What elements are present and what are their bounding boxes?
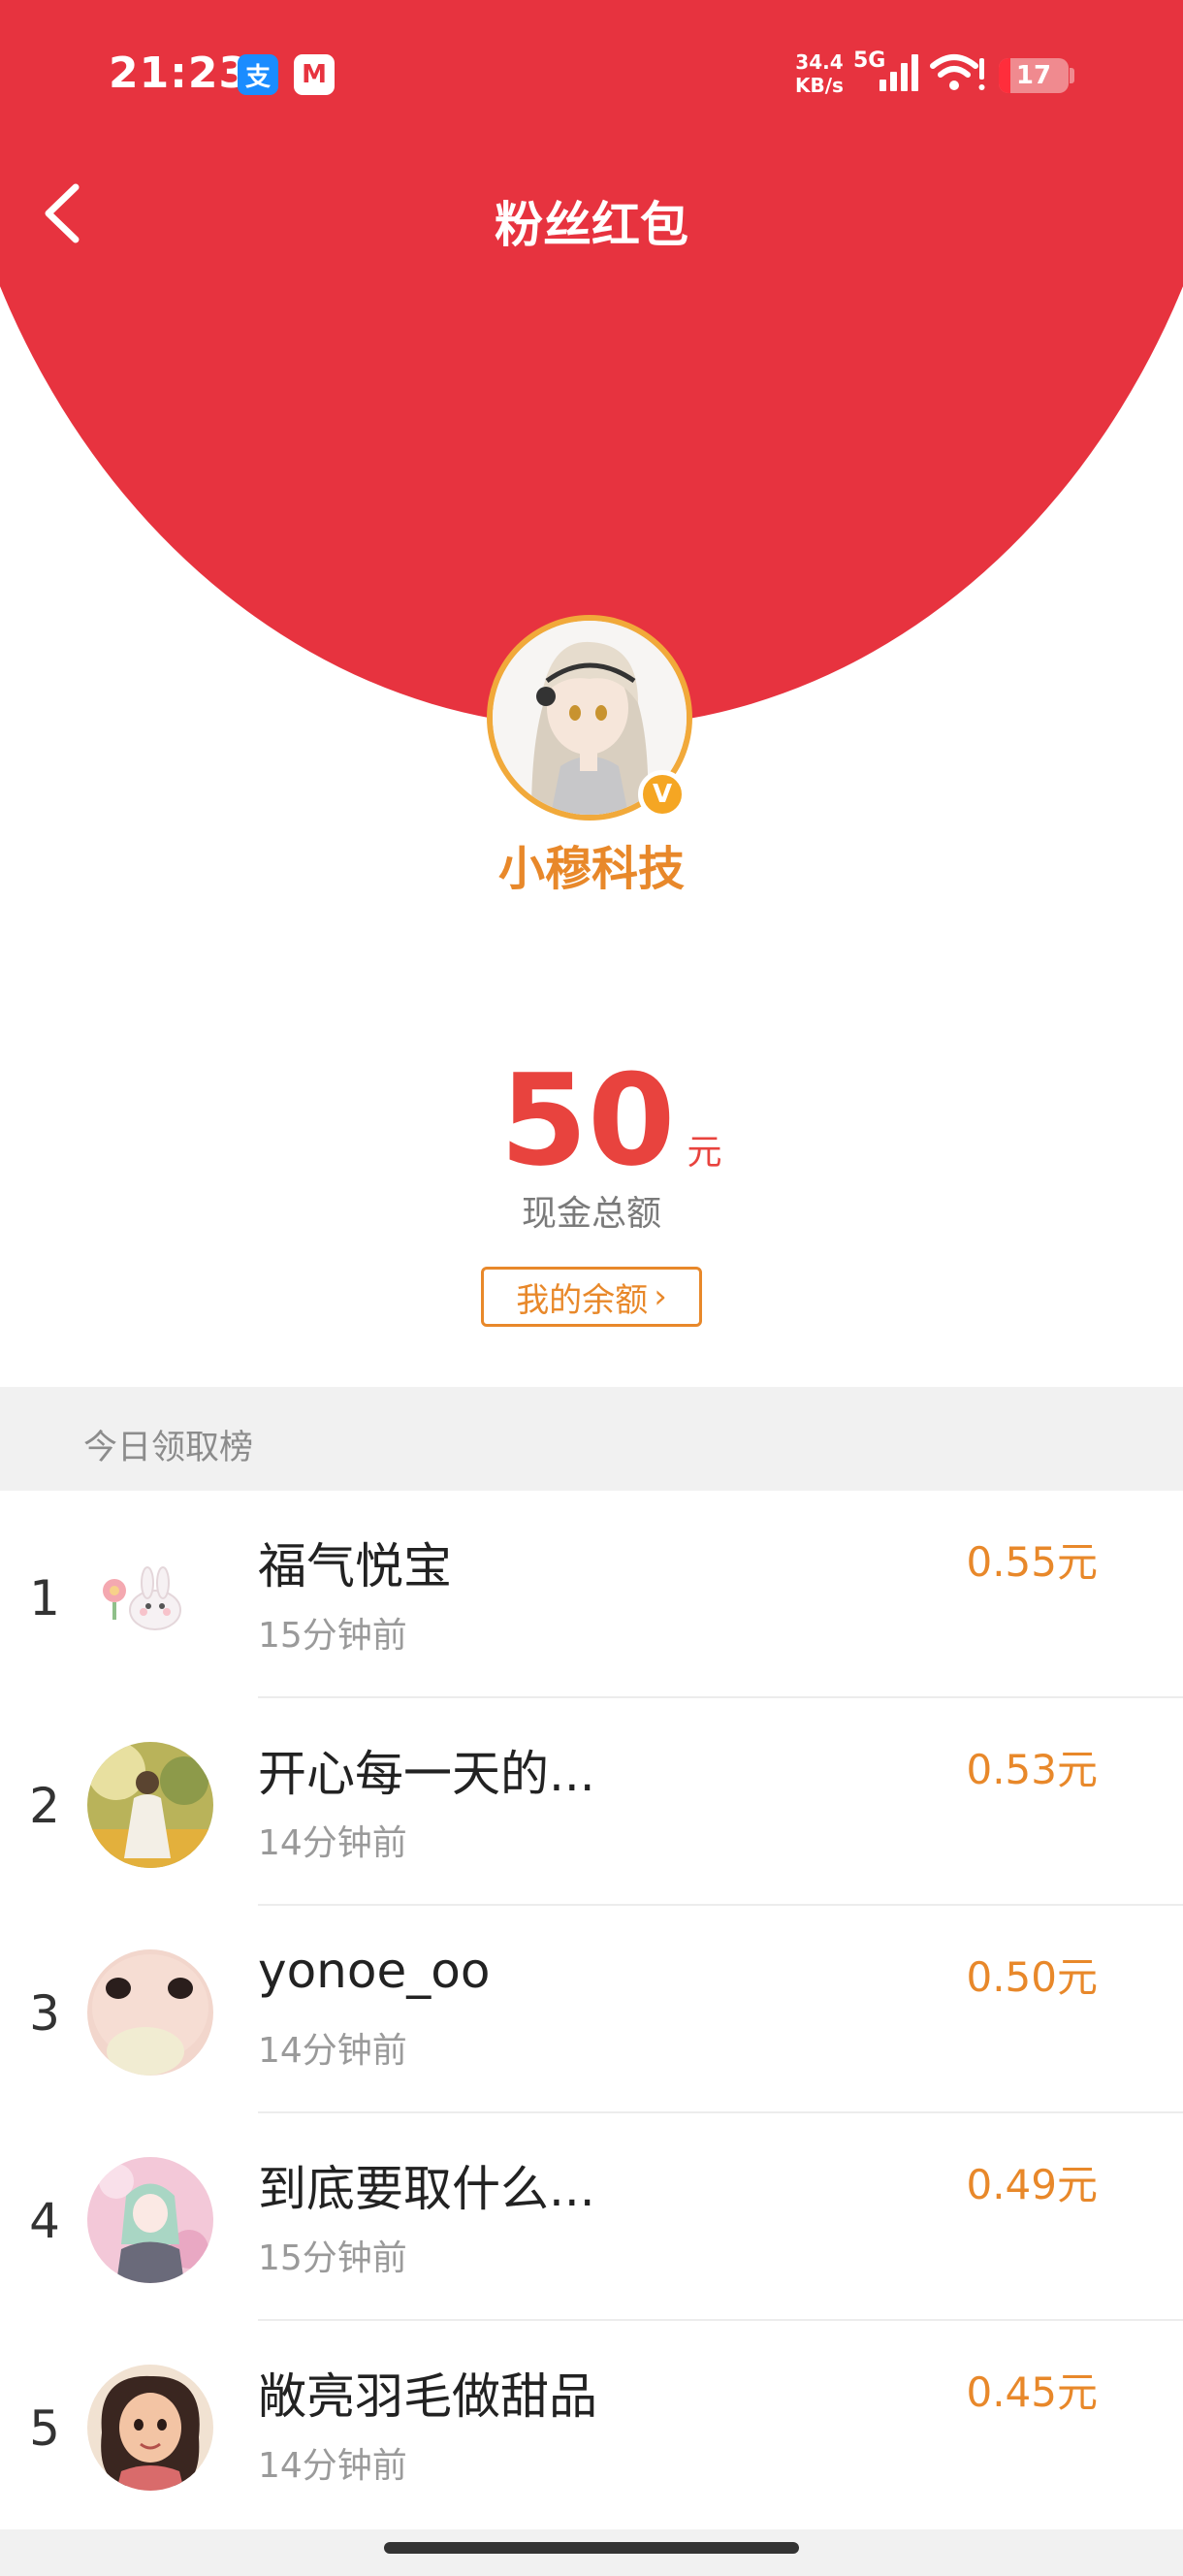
anime-pink-avatar-image bbox=[87, 2157, 213, 2283]
leaderboard-row[interactable]: 5 敞亮羽毛做甜品 14分钟前 0.45元 bbox=[0, 2321, 1183, 2528]
baby-avatar-image bbox=[87, 1949, 213, 2076]
amount-label: 现金总额 bbox=[521, 1194, 661, 1234]
signal-icon bbox=[879, 54, 918, 91]
reward-amount: 0.49元 bbox=[966, 2161, 1098, 2208]
amount-value: 50 bbox=[499, 1046, 676, 1194]
home-indicator[interactable] bbox=[384, 2542, 799, 2554]
amount-unit: 元 bbox=[687, 1133, 722, 1173]
claim-time: 14分钟前 bbox=[258, 2446, 407, 2486]
verified-badge-icon: V bbox=[638, 770, 687, 819]
cmb-bank-icon: M bbox=[294, 54, 335, 95]
user-name[interactable]: yonoe_oo bbox=[258, 1943, 490, 1999]
wifi-icon bbox=[930, 54, 985, 90]
leaderboard-row[interactable]: 2 开心每一天的... 14分钟前 0.53元 bbox=[0, 1698, 1183, 1906]
leaderboard-list: 1 福气悦宝 15分钟前 0.55元 2 开心每一天的... 14分钟前 0.5… bbox=[0, 1491, 1183, 2528]
page-title: 粉丝红包 bbox=[495, 197, 688, 253]
user-avatar[interactable] bbox=[87, 2365, 213, 2491]
claim-time: 14分钟前 bbox=[258, 2031, 407, 2071]
status-time: 21:23 bbox=[109, 48, 250, 98]
user-name[interactable]: 敞亮羽毛做甜品 bbox=[258, 2358, 597, 2428]
leaderboard-row[interactable]: 1 福气悦宝 15分钟前 0.55元 bbox=[0, 1491, 1183, 1698]
user-avatar[interactable] bbox=[87, 1534, 213, 1660]
user-name[interactable]: 开心每一天的... bbox=[258, 1735, 595, 1805]
leaderboard-title: 今日领取榜 bbox=[83, 1429, 254, 1467]
user-avatar[interactable] bbox=[87, 1949, 213, 2076]
rank-number: 1 bbox=[29, 1570, 60, 1626]
network-speed: 34.4 KB/s bbox=[795, 50, 844, 97]
reward-amount: 0.53元 bbox=[966, 1746, 1098, 1793]
rank-number: 5 bbox=[29, 2400, 60, 2457]
claim-time: 14分钟前 bbox=[258, 1823, 407, 1863]
bunny-avatar-image bbox=[87, 1534, 213, 1660]
claim-time: 15分钟前 bbox=[258, 2238, 407, 2278]
cartoon-girl-avatar-image bbox=[87, 2365, 213, 2491]
reward-amount: 0.50元 bbox=[966, 1953, 1098, 2001]
girl-in-field-avatar-image bbox=[87, 1742, 213, 1868]
rank-number: 3 bbox=[29, 1985, 60, 2042]
network-speed-unit: KB/s bbox=[795, 74, 844, 97]
leaderboard-header: 今日领取榜 bbox=[0, 1387, 1183, 1491]
my-balance-button[interactable]: 我的余额 › bbox=[481, 1267, 702, 1327]
battery-level: 17 bbox=[1015, 61, 1052, 90]
account-name[interactable]: 小穆科技 bbox=[0, 830, 1183, 898]
battery-cap bbox=[1070, 68, 1074, 83]
user-avatar[interactable] bbox=[87, 2157, 213, 2283]
reward-amount: 0.45元 bbox=[966, 2368, 1098, 2416]
user-avatar[interactable] bbox=[87, 1742, 213, 1868]
network-speed-value: 34.4 bbox=[795, 50, 844, 74]
battery-icon: 17 bbox=[999, 58, 1069, 93]
user-name[interactable]: 福气悦宝 bbox=[258, 1528, 452, 1597]
reward-amount: 0.55元 bbox=[966, 1538, 1098, 1586]
alipay-icon: 支 bbox=[238, 54, 278, 95]
leaderboard-row[interactable]: 4 到底要取什么... 15分钟前 0.49元 bbox=[0, 2113, 1183, 2321]
leaderboard-row[interactable]: 3 yonoe_oo 14分钟前 0.50元 bbox=[0, 1906, 1183, 2113]
chevron-right-icon: › bbox=[654, 1277, 667, 1316]
amount-display: 50 元 bbox=[0, 1057, 1183, 1183]
user-name[interactable]: 到底要取什么... bbox=[258, 2150, 595, 2220]
rank-number: 4 bbox=[29, 2193, 60, 2249]
my-balance-label: 我的余额 bbox=[516, 1280, 649, 1320]
rank-number: 2 bbox=[29, 1778, 60, 1834]
claim-time: 15分钟前 bbox=[258, 1616, 407, 1656]
